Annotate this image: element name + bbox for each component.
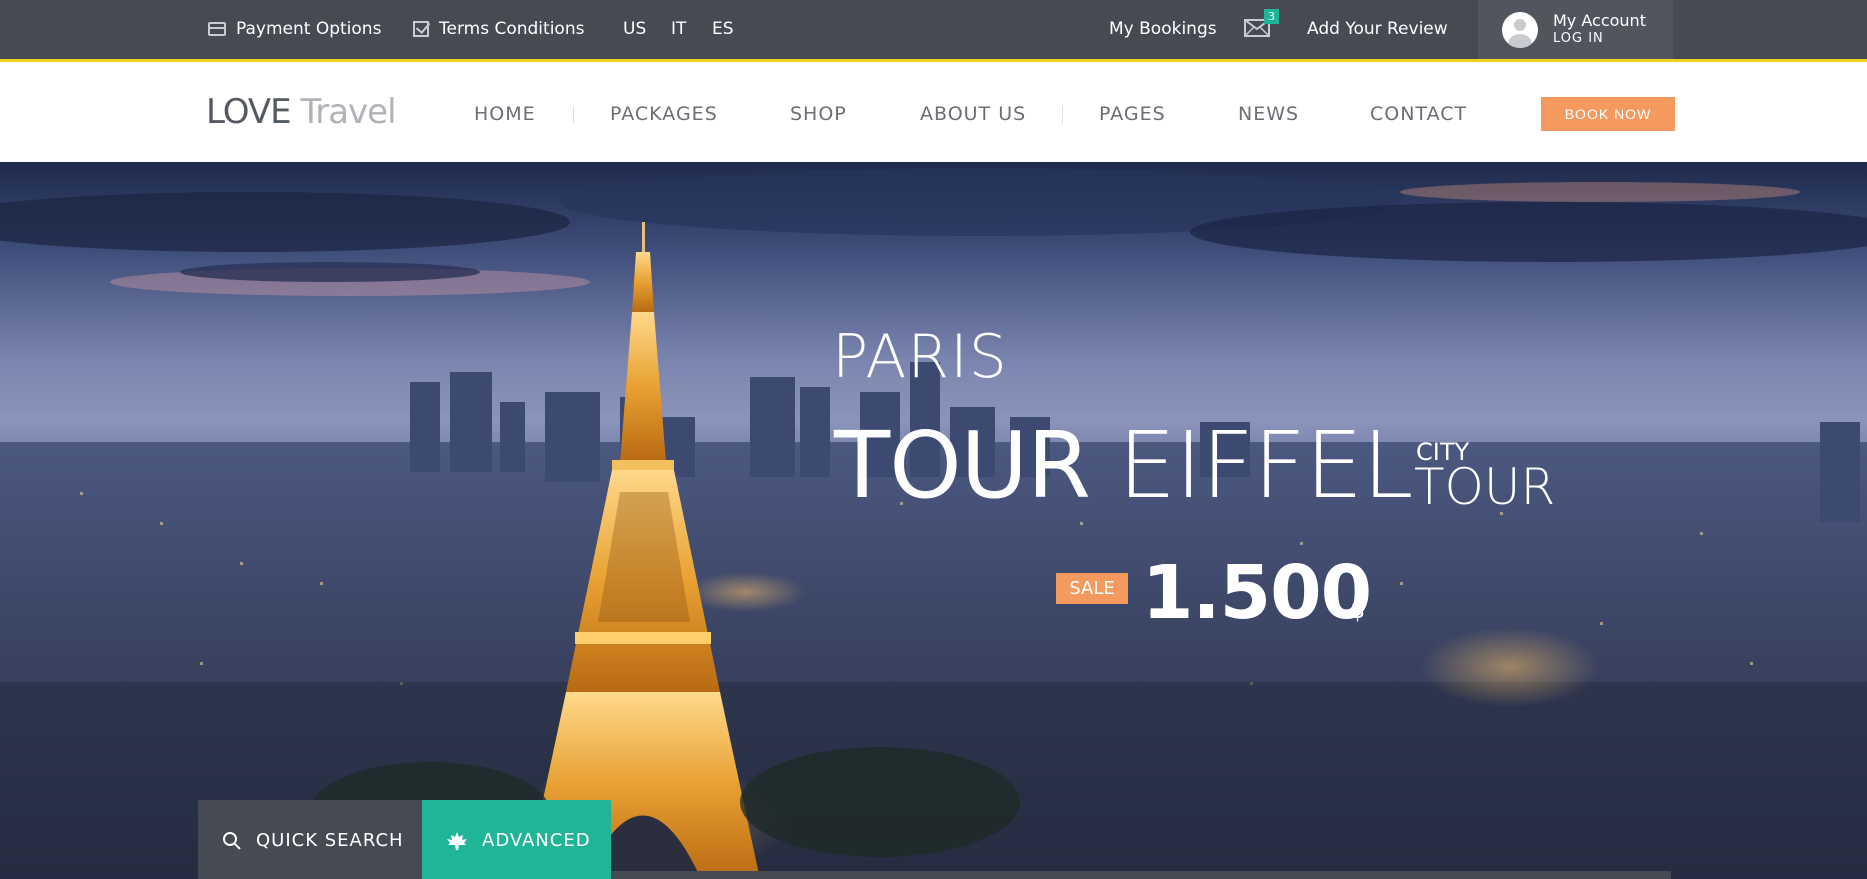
site-logo[interactable]: LOVE Travel: [206, 92, 397, 132]
language-it[interactable]: IT: [671, 19, 686, 39]
language-es[interactable]: ES: [712, 19, 734, 39]
main-header: LOVE Travel HOME PACKAGES SHOP ABOUT US …: [0, 62, 1867, 162]
hero-title-light: EIFFEL: [1118, 412, 1413, 519]
tab-advanced[interactable]: ADVANCED: [422, 800, 611, 879]
nav-divider: [573, 106, 574, 124]
logo-text-travel: Travel: [300, 92, 396, 132]
advanced-label: ADVANCED: [482, 830, 591, 851]
message-count-badge: 3: [1264, 9, 1279, 24]
nav-pages[interactable]: PAGES: [1099, 103, 1166, 125]
search-icon: [223, 831, 241, 850]
nav-home[interactable]: HOME: [474, 103, 536, 125]
paris-skyline-background: [0, 168, 1867, 879]
hero-price: 1.500: [1142, 550, 1372, 636]
logo-text-love: LOVE: [206, 92, 292, 132]
maple-leaf-icon: [447, 831, 467, 850]
price-currency: $: [1350, 596, 1366, 624]
tab-quick-search[interactable]: QUICK SEARCH: [198, 800, 422, 879]
login-link[interactable]: LOG IN: [1553, 31, 1604, 46]
nav-divider: [1062, 106, 1063, 124]
payment-options-label: Payment Options: [236, 19, 382, 39]
quick-search-label: QUICK SEARCH: [256, 830, 404, 851]
hero-city-heading: PARIS: [832, 322, 1008, 392]
account-title: My Account: [1553, 11, 1646, 30]
hero-title-bold: TOUR: [834, 412, 1091, 519]
language-us[interactable]: US: [623, 19, 646, 39]
nav-contact[interactable]: CONTACT: [1370, 103, 1467, 125]
avatar-icon: [1502, 12, 1538, 48]
top-bar: Payment Options Terms Conditions US IT E…: [0, 0, 1867, 62]
nav-packages[interactable]: PACKAGES: [610, 103, 718, 125]
sale-badge: SALE: [1056, 573, 1128, 604]
book-now-button[interactable]: BOOK NOW: [1541, 97, 1675, 131]
hero-banner: PARIS TOUR EIFFEL CITY TOUR SALE 1.500 $…: [0, 162, 1867, 879]
credit-card-icon: [208, 22, 226, 36]
terms-conditions-link[interactable]: Terms Conditions: [413, 19, 584, 39]
payment-options-link[interactable]: Payment Options: [208, 19, 381, 39]
terms-conditions-label: Terms Conditions: [439, 19, 585, 39]
nav-shop[interactable]: SHOP: [790, 103, 847, 125]
checkbox-icon: [413, 21, 429, 37]
nav-news[interactable]: NEWS: [1238, 103, 1299, 125]
hero-subtitle-large: TOUR: [1414, 458, 1556, 516]
add-review-link[interactable]: Add Your Review: [1307, 19, 1448, 39]
account-menu[interactable]: My Account LOG IN: [1478, 0, 1673, 59]
nav-about-us[interactable]: ABOUT US: [920, 103, 1026, 125]
messages-button[interactable]: 3: [1244, 9, 1279, 43]
my-bookings-link[interactable]: My Bookings: [1109, 19, 1217, 39]
